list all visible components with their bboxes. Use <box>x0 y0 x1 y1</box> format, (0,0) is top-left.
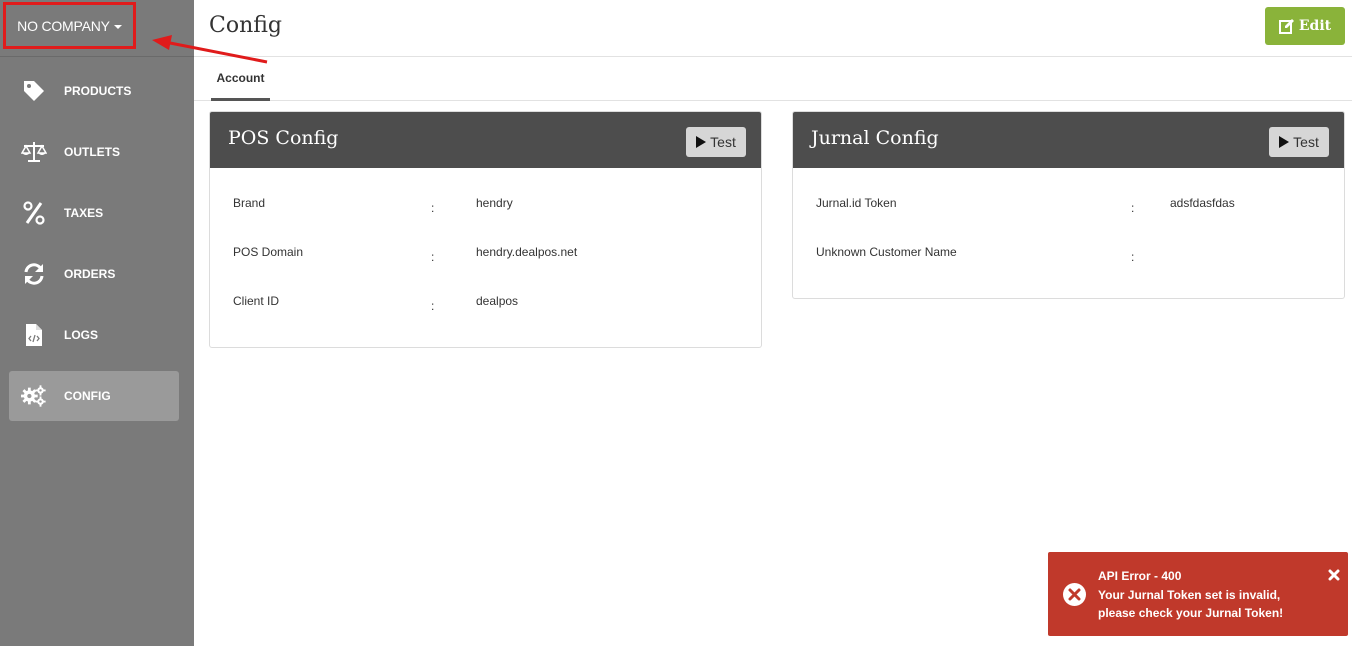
field-label: Jurnal.id Token <box>816 196 897 210</box>
pos-config-title: POS Config <box>228 127 339 149</box>
field-separator: : <box>431 250 435 264</box>
field-separator: : <box>431 201 435 215</box>
page-title: Config <box>209 13 283 38</box>
sidebar-item-label: OUTLETS <box>64 145 120 159</box>
edit-button[interactable]: Edit <box>1265 7 1345 45</box>
sidebar: NO COMPANY PRODUCTS OUTLETS TAXES ORDERS… <box>0 0 194 646</box>
tab-account[interactable]: Account <box>211 57 270 101</box>
code-file-icon <box>21 322 47 348</box>
sidebar-item-products[interactable]: PRODUCTS <box>9 66 179 116</box>
jurnal-config-card: Jurnal Config Test Jurnal.id Token : ads… <box>792 111 1345 299</box>
jurnal-config-title: Jurnal Config <box>811 127 939 149</box>
page-header: Config Edit <box>194 0 1352 57</box>
field-row-client-id: Client ID : dealpos <box>210 294 761 314</box>
field-label: Client ID <box>233 294 280 308</box>
field-row-jurnal-token: Jurnal.id Token : adsfdasfdas <box>793 196 1344 216</box>
sidebar-item-label: PRODUCTS <box>64 84 132 98</box>
error-icon <box>1063 583 1086 606</box>
pos-config-card: POS Config Test Brand : hendry POS Domai… <box>209 111 762 348</box>
field-separator: : <box>1131 201 1135 215</box>
toast-message: Your Jurnal Token set is invalid, please… <box>1098 588 1284 620</box>
sidebar-item-config[interactable]: CONFIG <box>9 371 179 421</box>
scale-icon <box>21 139 47 165</box>
pos-test-button[interactable]: Test <box>686 127 746 157</box>
jurnal-config-header: Jurnal Config Test <box>793 112 1344 168</box>
sync-icon <box>21 261 47 287</box>
error-toast: API Error - 400 Your Jurnal Token set is… <box>1048 552 1348 636</box>
company-label: NO COMPANY <box>17 17 110 34</box>
pos-test-label: Test <box>710 134 736 150</box>
play-icon <box>1279 136 1290 148</box>
field-row-brand: Brand : hendry <box>210 196 761 216</box>
jurnal-test-button[interactable]: Test <box>1269 127 1329 157</box>
jurnal-test-label: Test <box>1293 134 1319 150</box>
pos-config-header: POS Config Test <box>210 112 761 168</box>
field-row-pos-domain: POS Domain : hendry.dealpos.net <box>210 245 761 265</box>
company-bar: NO COMPANY <box>0 0 194 57</box>
sidebar-item-label: LOGS <box>64 328 99 342</box>
field-label: Brand <box>233 196 266 210</box>
sidebar-item-outlets[interactable]: OUTLETS <box>9 127 179 177</box>
edit-button-label: Edit <box>1298 18 1332 34</box>
edit-icon <box>1278 19 1294 34</box>
field-value: adsfdasfdas <box>1170 196 1235 210</box>
close-icon[interactable] <box>1328 568 1340 581</box>
company-selector[interactable]: NO COMPANY <box>3 2 136 49</box>
gears-icon <box>21 383 47 409</box>
percent-icon <box>21 200 47 226</box>
field-value: hendry.dealpos.net <box>476 245 578 259</box>
field-separator: : <box>1131 250 1135 264</box>
play-icon <box>696 136 707 148</box>
field-separator: : <box>431 299 435 313</box>
sidebar-item-label: ORDERS <box>64 267 116 281</box>
toast-title: API Error - 400 <box>1098 569 1182 583</box>
tag-icon <box>21 78 47 104</box>
field-label: POS Domain <box>233 245 304 259</box>
caret-down-icon <box>113 24 122 29</box>
sidebar-item-taxes[interactable]: TAXES <box>9 188 179 238</box>
sidebar-nav: PRODUCTS OUTLETS TAXES ORDERS LOGS CONFI… <box>9 66 179 432</box>
sidebar-item-label: CONFIG <box>64 389 111 403</box>
field-row-unknown-customer: Unknown Customer Name : <box>793 245 1344 265</box>
sidebar-item-orders[interactable]: ORDERS <box>9 249 179 299</box>
app-window: NO COMPANY PRODUCTS OUTLETS TAXES ORDERS… <box>0 0 1352 646</box>
tab-bar: Account <box>194 57 1352 101</box>
sidebar-item-label: TAXES <box>64 206 104 220</box>
sidebar-item-logs[interactable]: LOGS <box>9 310 179 360</box>
field-label: Unknown Customer Name <box>816 245 957 259</box>
field-value: hendry <box>476 196 513 210</box>
field-value: dealpos <box>476 294 519 308</box>
